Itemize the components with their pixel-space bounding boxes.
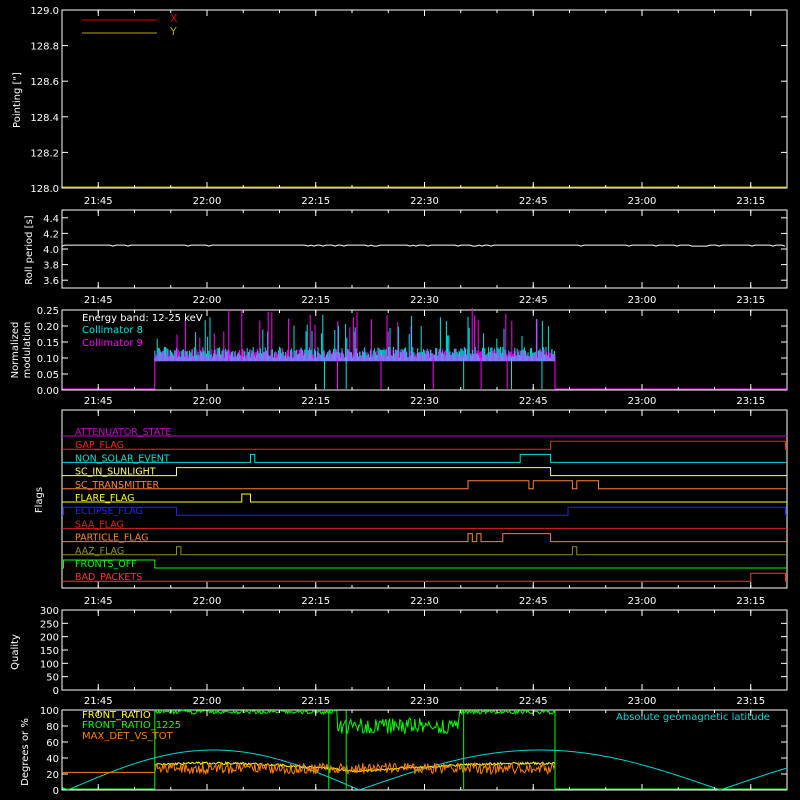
x-tick-label: 22:00: [193, 196, 222, 207]
ratios-ylabel: Degrees or %: [20, 718, 31, 786]
x-tick-label: 22:45: [519, 196, 548, 207]
y-tick-label: 250: [40, 619, 59, 630]
legend-geomag-latitude: Absolute geomagnetic latitude: [616, 712, 770, 723]
legend-front-ratio-1225: FRONT_RATIO_1225: [82, 720, 181, 731]
y-tick-label: 128.4: [30, 113, 59, 124]
energy-band-label: Energy band: 12-25 keV: [82, 313, 203, 324]
y-tick-label: 128.6: [30, 77, 59, 88]
x-tick-label: 23:00: [628, 295, 657, 306]
legend-x-label: X: [170, 12, 178, 25]
y-tick-label: 200: [40, 633, 59, 644]
x-tick-label: 22:00: [193, 295, 222, 306]
pointing-ylabel: Pointing ["]: [12, 72, 23, 128]
y-tick-label: 0.25: [37, 306, 59, 317]
x-tick-label: 22:15: [301, 196, 330, 207]
legend-collimator8: Collimator 8: [82, 325, 143, 336]
x-tick-label: 23:00: [628, 396, 657, 407]
legend-y-label: Y: [169, 25, 177, 38]
y-tick-label: 300: [40, 606, 59, 617]
modulation-ylabel-1: Normalized: [10, 322, 21, 379]
y-tick-label: 0.15: [37, 338, 59, 349]
y-tick-label: 50: [46, 673, 59, 684]
x-tick-label: 23:00: [628, 196, 657, 207]
x-tick-label: 21:45: [84, 596, 113, 607]
x-tick-label: 22:15: [301, 696, 330, 707]
x-tick-label: 22:15: [301, 295, 330, 306]
x-tick-label: 22:45: [519, 596, 548, 607]
y-tick-label: 40: [46, 754, 59, 765]
flag-label: FRONTS_OFF: [75, 559, 137, 570]
y-tick-label: 128.2: [30, 148, 59, 159]
legend-max-det-vs-tot: MAX_DET_VS_TOT: [82, 731, 174, 742]
quality-ylabel: Quality: [10, 634, 21, 670]
flag-label: ECLIPSE_FLAG: [75, 506, 143, 517]
x-tick-label: 22:45: [519, 295, 548, 306]
x-tick-label: 23:00: [628, 596, 657, 607]
y-tick-label: 3.6: [43, 276, 59, 287]
hessi-quicklook-chart: 128.0 128.2 128.4 128.6 128.8 129.0 Pointing …: [0, 0, 800, 800]
x-tick-label: 22:45: [519, 396, 548, 407]
x-tick-label: 23:15: [736, 696, 765, 707]
y-tick-label: 4.4: [43, 214, 59, 225]
y-tick-label: 128.8: [30, 42, 59, 53]
x-tick-label: 22:15: [301, 396, 330, 407]
y-tick-label: 4.2: [43, 229, 59, 240]
y-tick-label: 100: [40, 659, 59, 670]
x-tick-label: 22:00: [193, 396, 222, 407]
y-tick-label: 150: [40, 646, 59, 657]
y-tick-label: 0.05: [37, 370, 59, 381]
x-tick-label: 23:00: [628, 696, 657, 707]
x-tick-label: 23:15: [736, 295, 765, 306]
y-tick-label: 0: [53, 686, 59, 697]
x-tick-label: 21:45: [84, 696, 113, 707]
y-tick-label: 0.20: [37, 322, 59, 333]
x-tick-label: 22:30: [410, 196, 439, 207]
y-tick-label: 100: [40, 706, 59, 717]
x-tick-label: 21:45: [84, 295, 113, 306]
y-tick-label: 0.00: [37, 386, 59, 397]
x-tick-label: 23:15: [736, 196, 765, 207]
y-tick-label: 60: [46, 738, 59, 749]
flags-ylabel: Flags: [34, 487, 45, 513]
x-tick-label: 22:15: [301, 596, 330, 607]
modulation-ylabel-2: modulation: [22, 322, 33, 379]
x-tick-label: 22:00: [193, 696, 222, 707]
y-tick-label: 3.8: [43, 261, 59, 272]
x-tick-label: 22:30: [410, 596, 439, 607]
x-tick-label: 22:30: [410, 295, 439, 306]
x-tick-label: 23:15: [736, 396, 765, 407]
legend-collimator9: Collimator 9: [82, 338, 143, 349]
x-tick-label: 21:45: [84, 196, 113, 207]
y-tick-label: 129.0: [30, 6, 59, 17]
x-tick-label: 22:30: [410, 696, 439, 707]
x-tick-label: 21:45: [84, 396, 113, 407]
y-tick-label: 4.0: [43, 245, 59, 256]
x-tick-label: 23:15: [736, 596, 765, 607]
y-tick-label: 128.0: [30, 184, 59, 195]
x-tick-label: 22:00: [193, 596, 222, 607]
x-tick-label: 22:30: [410, 396, 439, 407]
y-tick-label: 80: [46, 722, 59, 733]
y-tick-label: 20: [46, 770, 59, 781]
roll-ylabel: Roll period [s]: [24, 215, 35, 284]
y-tick-label: 0: [53, 786, 59, 797]
x-tick-label: 22:45: [519, 696, 548, 707]
y-tick-label: 0.10: [37, 354, 59, 365]
